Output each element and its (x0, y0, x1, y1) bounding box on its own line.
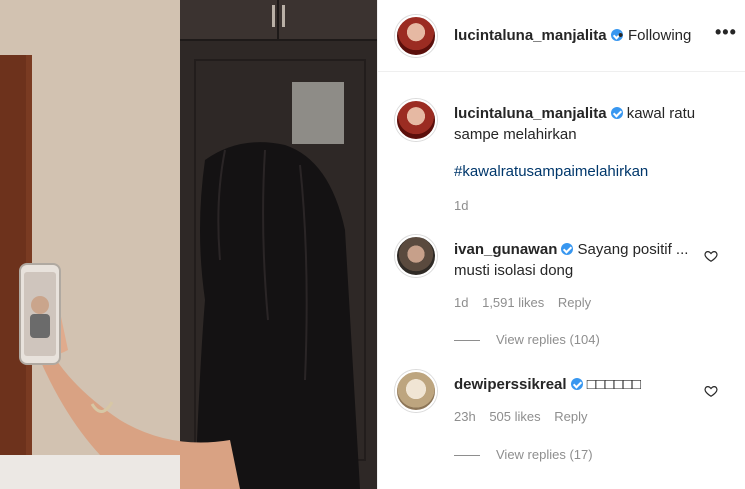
replies-divider-line (454, 340, 480, 342)
comment-text-block: ivan_gunawan Sayang positif ... musti is… (454, 239, 704, 281)
verified-badge-icon (561, 243, 574, 255)
author-username[interactable]: lucintaluna_manjalita (454, 27, 623, 44)
replies-divider-line (454, 455, 480, 457)
comment-text: □□□□□□ (586, 376, 642, 393)
verified-badge-icon (610, 107, 623, 119)
comment-likes[interactable]: 505 likes (489, 409, 540, 424)
reply-button[interactable]: Reply (554, 409, 587, 424)
caption-author-avatar[interactable] (395, 99, 437, 141)
comment-meta: 1d 1,591 likes Reply (454, 295, 601, 310)
like-heart-icon[interactable] (704, 384, 718, 398)
caption-text-block: lucintaluna_manjalita kawal ratu sampe m… (454, 103, 704, 145)
post-header: lucintaluna_manjalita • Following ••• (378, 0, 745, 72)
more-horizontal-icon[interactable]: ••• (715, 22, 737, 43)
post-details-panel: lucintaluna_manjalita • Following ••• lu… (377, 0, 745, 489)
view-replies-label[interactable]: View replies (17) (496, 447, 593, 462)
post-video[interactable] (0, 0, 377, 489)
author-username-text[interactable]: lucintaluna_manjalita (454, 27, 607, 44)
reply-button[interactable]: Reply (558, 295, 591, 310)
caption-hashtag[interactable]: #kawalratusampaimelahirkan (454, 163, 648, 180)
separator-dot: • (618, 27, 624, 44)
commenter-avatar[interactable] (395, 370, 437, 412)
caption-timestamp: 1d (454, 198, 469, 213)
comment-text-block: dewiperssikreal □□□□□□ (454, 374, 704, 395)
caption-username[interactable]: lucintaluna_manjalita (454, 105, 607, 122)
comment-username[interactable]: dewiperssikreal (454, 376, 567, 393)
verified-badge-icon (570, 378, 583, 390)
view-replies-label[interactable]: View replies (104) (496, 332, 600, 347)
video-frame-image (0, 0, 377, 489)
caption-time: 1d (454, 198, 478, 213)
comment-timestamp: 1d (454, 295, 469, 310)
view-replies-button[interactable]: View replies (17) (454, 447, 593, 462)
view-replies-button[interactable]: View replies (104) (454, 332, 600, 347)
author-avatar[interactable] (395, 15, 437, 57)
like-heart-icon[interactable] (704, 249, 718, 263)
comment-timestamp: 23h (454, 409, 476, 424)
comment-username[interactable]: ivan_gunawan (454, 241, 557, 258)
comment-meta: 23h 505 likes Reply (454, 409, 598, 424)
commenter-avatar[interactable] (395, 235, 437, 277)
comment-likes[interactable]: 1,591 likes (482, 295, 544, 310)
following-button[interactable]: Following (628, 27, 691, 44)
